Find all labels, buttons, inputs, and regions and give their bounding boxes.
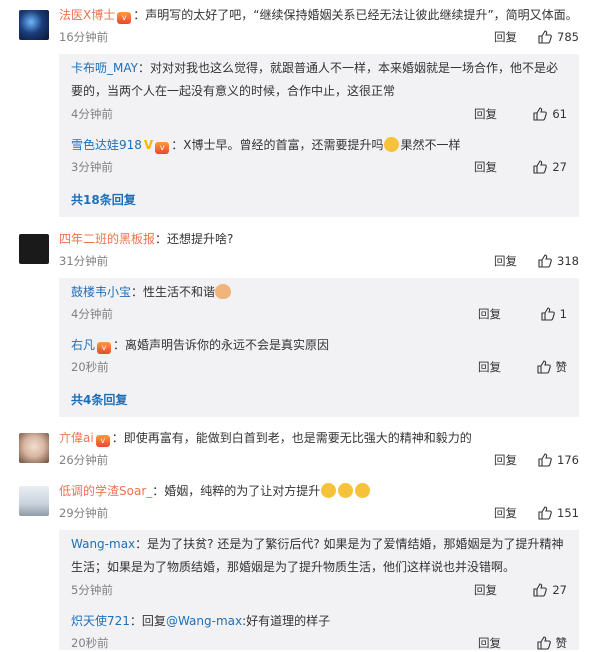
like-count: 赞	[555, 360, 568, 374]
reply-username[interactable]: 雪色达娃918	[71, 138, 142, 152]
like-count: 61	[552, 107, 567, 121]
comment-text: 即使再富有，能做到白首到老，也是需要无比强大的精神和毅力的	[123, 431, 472, 445]
reply-thread: 鼓楼韦小宝：性生活不和谐 4分钟前 回复 1 右凡 v ：离婚声明告诉你的永远不会是…	[59, 278, 579, 417]
thumbs-up-icon	[533, 160, 548, 174]
reply-time: 4分钟前	[71, 307, 113, 321]
verified-v-icon: V	[143, 138, 154, 152]
like-button[interactable]: 785	[538, 28, 579, 46]
like-count: 赞	[555, 636, 568, 650]
laugh-cry-emoji-icon	[338, 483, 354, 498]
comment-username[interactable]: 法医X博士	[59, 8, 115, 22]
reply-text: X博士早。曾经的首富，还需要提升吗	[183, 138, 384, 152]
avatar[interactable]	[19, 234, 49, 264]
reply-text: 离婚声明告诉你的永远不会是真实原因	[125, 338, 330, 352]
reply-button[interactable]: 回复	[474, 105, 497, 123]
reply-button[interactable]: 回复	[494, 451, 517, 469]
reply-button[interactable]: 回复	[494, 28, 517, 46]
thumbs-up-icon	[536, 360, 551, 374]
laugh-emoji-icon	[384, 137, 400, 152]
mention-link[interactable]: @Wang-max	[166, 614, 242, 628]
like-count: 785	[557, 30, 579, 44]
reply-text: 对对对我也这么觉得，就跟普通人不一样，本来婚姻就是一场合作，他不是必	[149, 61, 558, 75]
comment-username[interactable]: 低调的学渣Soar_	[59, 484, 152, 498]
reply-prefix: 回复	[141, 614, 166, 628]
comment-text: 还想提升啥?	[167, 232, 234, 246]
like-button[interactable]: 151	[538, 504, 579, 522]
reply-text: :好有道理的样子	[242, 614, 331, 628]
comment-time: 31分钟前	[59, 254, 109, 268]
cat-emoji-icon	[215, 284, 232, 299]
laugh-cry-emoji-icon	[355, 483, 371, 498]
comment-username[interactable]: 四年二班的黑板报	[59, 232, 155, 246]
reply-button[interactable]: 回复	[474, 158, 497, 176]
comment-text: 婚姻，纯粹的为了让对方提升	[164, 484, 321, 498]
thumbs-up-icon	[538, 254, 552, 268]
thumbs-up-icon	[533, 583, 548, 597]
like-count: 1	[559, 307, 567, 321]
like-button[interactable]: 赞	[536, 358, 568, 376]
vip-badge-icon: v	[117, 12, 132, 24]
view-more-replies-link[interactable]: 共4条回复	[71, 391, 127, 408]
vip-badge-icon: v	[155, 142, 170, 154]
reply-time: 20秒前	[71, 360, 109, 374]
comment-time: 16分钟前	[59, 30, 109, 44]
like-button[interactable]: 赞	[536, 634, 568, 652]
thumbs-up-icon	[538, 506, 552, 520]
like-button[interactable]: 27	[533, 581, 567, 599]
reply-button[interactable]: 回复	[478, 305, 501, 323]
laugh-cry-emoji-icon	[321, 483, 337, 498]
reply-button[interactable]: 回复	[478, 358, 501, 376]
thumbs-up-icon	[533, 107, 548, 121]
reply-button[interactable]: 回复	[494, 504, 517, 522]
thumbs-up-icon	[541, 307, 555, 321]
reply-username[interactable]: 炽天使721	[71, 614, 130, 628]
like-button[interactable]: 176	[538, 451, 579, 469]
reply-time: 5分钟前	[71, 583, 113, 597]
reply-text: 是为了扶贫? 还是为了繁衍后代? 如果是为了爱情结婚，那婚姻是为了提升精神	[147, 537, 564, 551]
like-count: 27	[552, 160, 567, 174]
like-count: 151	[557, 506, 579, 520]
reply-thread: 卡布呖_MAY：对对对我也这么觉得，就跟普通人不一样，本来婚姻就是一场合作，他不…	[59, 54, 579, 217]
avatar[interactable]	[19, 486, 49, 516]
reply-username[interactable]: 鼓楼韦小宝	[71, 285, 131, 299]
comment-feed: 法医X博士 v ：声明写的太好了吧，“继续保持婚姻关系已经无法让彼此继续提升”，简明…	[0, 0, 595, 650]
like-button[interactable]: 318	[538, 252, 579, 270]
reply-time: 4分钟前	[71, 107, 113, 121]
comment-time: 26分钟前	[59, 453, 109, 467]
reply-text: 性生活不和谐	[143, 285, 216, 299]
reply-username[interactable]: 右凡	[71, 338, 95, 352]
thumbs-up-icon	[536, 636, 551, 650]
avatar[interactable]	[19, 433, 49, 463]
reply-text-after-emoji: 果然不一样	[400, 138, 461, 152]
comment-time: 29分钟前	[59, 506, 109, 520]
like-count: 176	[557, 453, 579, 467]
vip-badge-icon: v	[95, 435, 110, 447]
reply-button[interactable]: 回复	[474, 581, 497, 599]
reply-time: 20秒前	[71, 636, 109, 650]
like-button[interactable]: 27	[533, 158, 567, 176]
like-count: 318	[557, 254, 579, 268]
like-count: 27	[552, 583, 567, 597]
reply-button[interactable]: 回复	[494, 252, 517, 270]
view-more-replies-link[interactable]: 共18条回复	[71, 191, 136, 208]
reply-thread: Wang-max：是为了扶贫? 还是为了繁衍后代? 如果是为了爱情结婚，那婚姻是…	[59, 530, 579, 650]
reply-button[interactable]: 回复	[478, 634, 501, 652]
thumbs-up-icon	[538, 453, 552, 467]
vip-badge-icon: v	[97, 342, 112, 354]
reply-text: 生活；如果是为了物质结婚，那婚姻是为了提升物质生活，他们这样说也并没错啊。	[71, 560, 516, 574]
reply-text: 要的，当两个人在一起没有意义的时候，合作中止，这很正常	[71, 84, 396, 98]
like-button[interactable]: 61	[533, 105, 567, 123]
thumbs-up-icon	[538, 30, 552, 44]
reply-username[interactable]: 卡布呖_MAY	[71, 61, 138, 75]
like-button[interactable]: 1	[541, 305, 567, 323]
comment-username[interactable]: 亣偉ai	[59, 431, 94, 445]
reply-time: 3分钟前	[71, 160, 113, 174]
avatar[interactable]	[19, 10, 49, 40]
reply-username[interactable]: Wang-max	[71, 537, 135, 551]
comment-text: 声明写的太好了吧，“继续保持婚姻关系已经无法让彼此继续提升”，简明又体面。	[145, 8, 578, 22]
